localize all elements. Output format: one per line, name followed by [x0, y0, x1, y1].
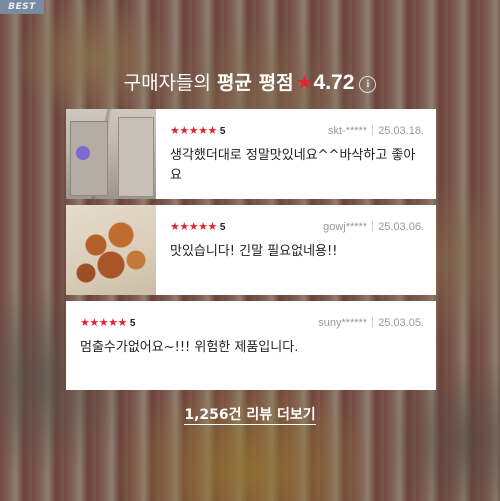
- star-icon: ★: [295, 70, 314, 94]
- review-user: skt-*****: [328, 125, 368, 137]
- bag-shape: [70, 121, 108, 196]
- summary-lead: 구매자들의: [123, 72, 211, 94]
- review-rating: 5: [219, 222, 226, 233]
- review-card[interactable]: ★★★★★ 5 skt-***** 25.03.18. 생각했더대로 정말맛있네요^…: [66, 109, 436, 199]
- divider: [372, 221, 374, 231]
- divider: [372, 317, 374, 327]
- more-reviews-link[interactable]: 1,256건 리뷰 더보기: [184, 407, 316, 425]
- review-thumbnail[interactable]: [66, 109, 156, 199]
- review-meta: ★★★★★ 5 suny****** 25.03.05.: [80, 315, 424, 331]
- review-meta: ★★★★★ 5 gowj***** 25.03.06.: [170, 219, 424, 235]
- review-date: 25.03.18.: [378, 125, 424, 137]
- star-rating-icon: ★★★★★: [80, 316, 127, 329]
- review-card[interactable]: ★★★★★ 5 suny****** 25.03.05. 멈출수가없어요~!!! 위…: [66, 301, 436, 390]
- review-author-date: skt-***** 25.03.18.: [328, 123, 424, 139]
- more-reviews-container: 1,256건 리뷰 더보기: [0, 404, 500, 425]
- star-rating-icon: ★★★★★: [170, 124, 217, 137]
- review-date: 25.03.06.: [378, 221, 424, 233]
- purple-dot: [76, 146, 90, 160]
- review-rating: 5: [129, 318, 136, 329]
- review-content: ★★★★★ 5 skt-***** 25.03.18. 생각했더대로 정말맛있네요^…: [170, 123, 424, 186]
- rating-summary: 구매자들의 평균 평점 ★4.72 i: [0, 68, 500, 97]
- review-user: gowj*****: [323, 221, 368, 233]
- average-score: 4.72: [313, 71, 355, 94]
- review-date: 25.03.05.: [378, 317, 424, 329]
- summary-strong: 평균 평점: [217, 72, 294, 94]
- review-thumbnail[interactable]: [66, 205, 156, 295]
- review-text: 생각했더대로 정말맛있네요^^바삭하고 좋아요: [170, 148, 416, 183]
- best-badge: BEST: [0, 0, 44, 14]
- review-meta: ★★★★★ 5 skt-***** 25.03.18.: [170, 123, 424, 139]
- review-content: ★★★★★ 5 suny****** 25.03.05. 멈출수가없어요~!!! 위…: [80, 315, 424, 358]
- review-text: 멈출수가없어요~!!! 위험한 제품입니다.: [80, 340, 299, 355]
- review-card[interactable]: ★★★★★ 5 gowj***** 25.03.06. 맛있습니다! 긴말 필요없네…: [66, 205, 436, 295]
- review-text: 맛있습니다! 긴말 필요없네용!!: [170, 244, 338, 259]
- info-icon[interactable]: i: [359, 76, 377, 93]
- review-author-date: suny****** 25.03.05.: [318, 315, 424, 331]
- review-content: ★★★★★ 5 gowj***** 25.03.06. 맛있습니다! 긴말 필요없네…: [170, 219, 424, 262]
- star-rating-icon: ★★★★★: [170, 220, 217, 233]
- review-rating: 5: [219, 126, 226, 137]
- divider: [372, 125, 374, 135]
- review-user: suny******: [318, 317, 368, 329]
- review-author-date: gowj***** 25.03.06.: [323, 219, 424, 235]
- bag-shape: [118, 117, 154, 197]
